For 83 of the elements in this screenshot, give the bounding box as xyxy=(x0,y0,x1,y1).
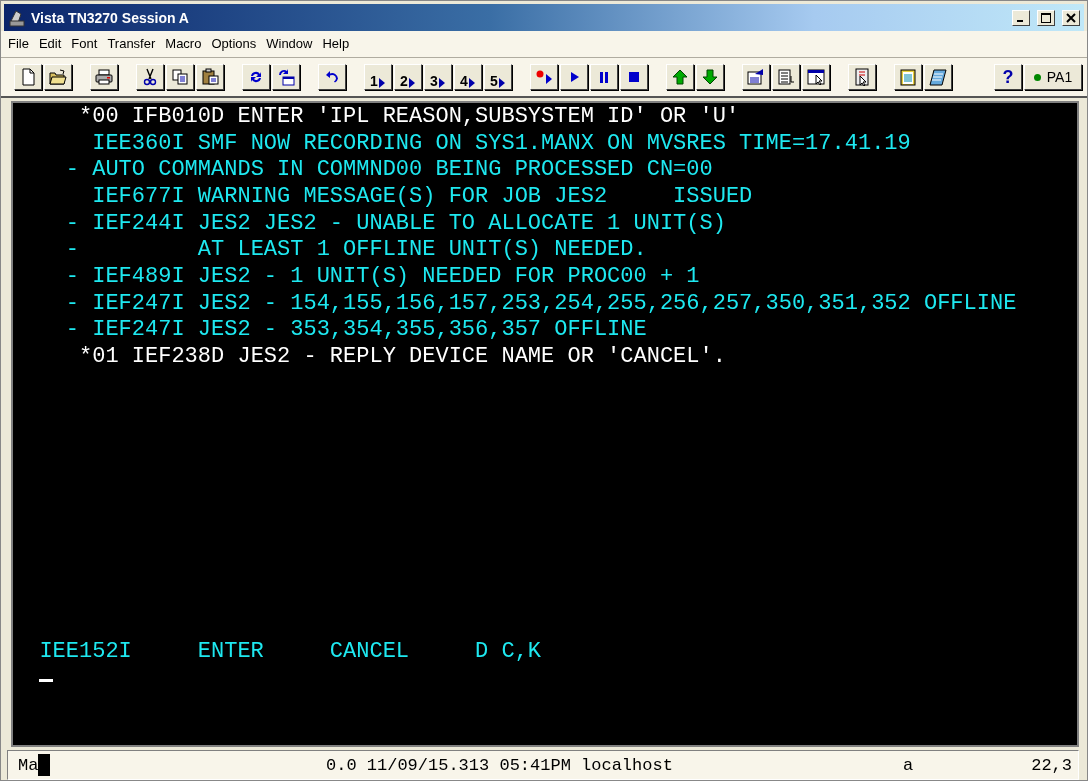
macro-button[interactable]: 5 xyxy=(484,64,512,90)
text-cursor xyxy=(39,679,53,683)
menu-item[interactable]: Help xyxy=(317,34,355,53)
menu-item[interactable]: Font xyxy=(66,34,103,53)
play-icon xyxy=(377,77,386,89)
window-title: Vista TN3270 Session A xyxy=(31,9,190,26)
terminal-line: IEE360I SMF NOW RECORDING ON SYS1.MANX ON MVSRES TIME=17.41.19 xyxy=(92,130,911,158)
terminal-line: - IEF247I JES2 - 353,354,355,356,357 OFFLINE xyxy=(65,317,647,344)
properties-icon xyxy=(747,68,765,86)
stop-button[interactable] xyxy=(620,64,648,90)
capture-button[interactable] xyxy=(848,64,876,90)
terminal-app-icon xyxy=(8,8,26,27)
menu-item[interactable]: Options xyxy=(206,34,262,53)
terminal-line: - IEF489I JES2 - 1 UNIT(S) NEEDED FOR PROC00 + 1 xyxy=(65,263,700,291)
window-button[interactable] xyxy=(272,64,300,90)
status-info: 0.0 11/09/15.313 05:41PM localhost xyxy=(326,755,673,775)
maximize-icon xyxy=(1041,12,1051,23)
macro-button[interactable]: 2 xyxy=(394,64,422,90)
play-icon xyxy=(437,77,446,89)
play-button[interactable] xyxy=(560,64,588,90)
notepad-button[interactable] xyxy=(924,64,952,90)
cursor-position: 22,3 xyxy=(1031,755,1072,775)
menu-item[interactable]: File xyxy=(3,34,34,53)
record-icon xyxy=(535,68,553,86)
pa1-button[interactable]: PA1 xyxy=(1024,64,1082,90)
terminal-line: - AUTO COMMANDS IN COMMND00 BEING PROCESSED CN=00 xyxy=(65,157,713,184)
undo-button[interactable] xyxy=(318,64,346,90)
copy-button[interactable] xyxy=(166,64,194,90)
paste-button[interactable] xyxy=(196,64,224,90)
block-cursor xyxy=(38,754,51,776)
terminal-text: CANCEL xyxy=(329,638,410,666)
close-icon xyxy=(1066,12,1076,23)
cut-button[interactable] xyxy=(136,64,164,90)
document-list-icon xyxy=(777,68,795,86)
maximize-button[interactable] xyxy=(1037,9,1055,26)
scissors-icon xyxy=(141,68,159,86)
page-up-button[interactable] xyxy=(666,64,694,90)
terminal-line: *00 IFB010D ENTER 'IPL REASON,SUBSYSTEM ID' OR 'U' xyxy=(79,104,740,131)
window-pointer-icon xyxy=(807,68,825,86)
menu-item[interactable]: Window xyxy=(261,34,318,53)
play-icon xyxy=(467,77,476,89)
minimize-icon xyxy=(1016,20,1023,22)
window-swap-icon xyxy=(277,68,295,86)
terminal-line: - AT LEAST 1 OFFLINE UNIT(S) NEEDED. xyxy=(65,237,647,264)
status-mode: a xyxy=(903,755,914,775)
open-button[interactable] xyxy=(44,64,72,90)
record-button[interactable] xyxy=(530,64,558,90)
macro-button[interactable]: 3 xyxy=(424,64,452,90)
terminal-line: *01 IEF238D JES2 - REPLY DEVICE NAME OR 'CANCEL'. xyxy=(79,343,726,371)
macro-button[interactable]: 1 xyxy=(364,64,392,90)
page-down-button[interactable] xyxy=(696,64,724,90)
document-button[interactable] xyxy=(772,64,800,90)
play-icon xyxy=(407,77,416,89)
close-button[interactable] xyxy=(1062,9,1080,26)
printer-icon xyxy=(95,68,113,86)
refresh-button[interactable] xyxy=(242,64,270,90)
paste-icon xyxy=(201,68,219,86)
status-text: Ma xyxy=(18,755,39,775)
macro-button[interactable]: 4 xyxy=(454,64,482,90)
menu-item[interactable]: Macro xyxy=(160,34,207,53)
terminal-text: D C,K xyxy=(475,638,542,666)
terminal-text: ENTER xyxy=(197,638,264,666)
menu-item[interactable]: Edit xyxy=(33,34,67,53)
copy-icon xyxy=(171,68,189,86)
menu-item[interactable]: Transfer xyxy=(102,34,161,53)
new-file-icon xyxy=(19,68,37,86)
pause-button[interactable] xyxy=(590,64,618,90)
clipboard-button[interactable] xyxy=(894,64,922,90)
notepad-icon xyxy=(929,68,947,86)
terminal-text: IEE152I xyxy=(39,638,132,666)
select-button[interactable] xyxy=(802,64,830,90)
terminal-line: IEF677I WARNING MESSAGE(S) FOR JOB JES2 ISSUED xyxy=(92,183,753,211)
down-arrow-icon xyxy=(701,68,719,86)
help-button[interactable]: ? xyxy=(994,64,1022,90)
new-button[interactable] xyxy=(14,64,42,90)
print-button[interactable] xyxy=(90,64,118,90)
terminal-line: - IEF247I JES2 - 154,155,156,157,253,254,255,256,257,350,351,352 OFFLINE xyxy=(65,290,1017,318)
folder-icon xyxy=(49,68,67,86)
play-icon xyxy=(497,77,506,89)
terminal-line: - IEF244I JES2 JES2 - UNABLE TO ALLOCATE 1 UNIT(S) xyxy=(65,210,726,238)
properties-button[interactable] xyxy=(742,64,770,90)
minimize-button[interactable] xyxy=(1012,9,1030,26)
up-arrow-icon xyxy=(671,68,689,86)
